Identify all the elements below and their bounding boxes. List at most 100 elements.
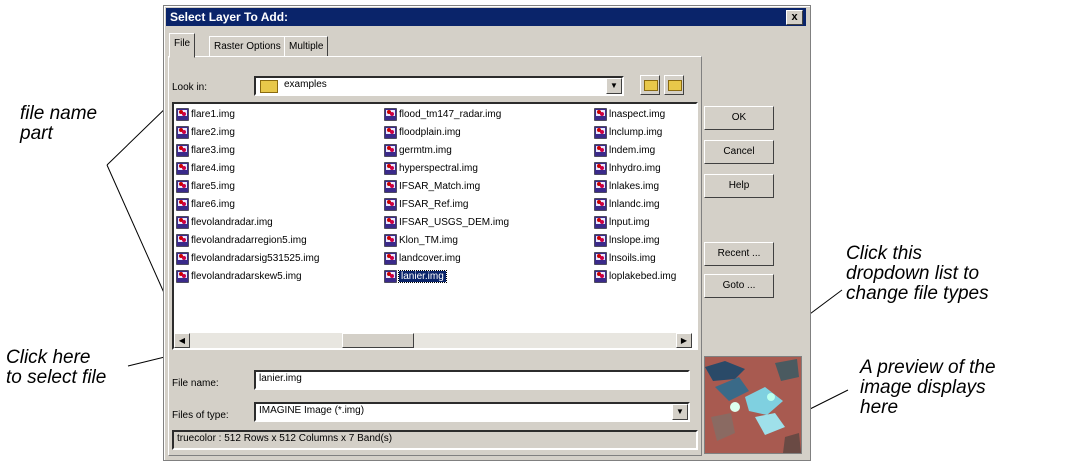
file-name-input[interactable]: lanier.img bbox=[254, 370, 690, 390]
horizontal-scrollbar[interactable]: ◀ ▶ bbox=[174, 333, 692, 348]
file-list-item[interactable]: IFSAR_USGS_DEM.img bbox=[384, 214, 509, 232]
file-list-item[interactable]: flevolandradar.img bbox=[176, 214, 273, 232]
file-list-item[interactable]: lnslope.img bbox=[594, 232, 660, 250]
file-list-item[interactable]: lnclump.img bbox=[594, 124, 662, 142]
file-list-item-label: loplakebed.img bbox=[609, 271, 677, 282]
file-list-item-label: lndem.img bbox=[609, 145, 656, 156]
file-list-item-label: IFSAR_Match.img bbox=[399, 181, 481, 192]
file-list-item[interactable]: flare4.img bbox=[176, 160, 235, 178]
file-list-item[interactable]: landcover.img bbox=[384, 250, 461, 268]
image-file-icon bbox=[384, 234, 397, 247]
up-folder-icon bbox=[644, 80, 658, 91]
tab-file[interactable]: File bbox=[169, 33, 196, 58]
file-list-item[interactable]: lanier.img bbox=[384, 268, 447, 286]
image-file-icon bbox=[594, 108, 607, 121]
file-list-item[interactable]: lndem.img bbox=[594, 142, 655, 160]
image-file-icon bbox=[594, 270, 607, 283]
image-file-icon bbox=[384, 198, 397, 211]
file-list-item[interactable]: germtm.img bbox=[384, 142, 452, 160]
file-list-item-label: flare5.img bbox=[191, 181, 235, 192]
file-list-item-label: floodplain.img bbox=[399, 127, 461, 138]
file-list-item-label: lnaspect.img bbox=[609, 109, 666, 120]
close-button[interactable]: x bbox=[786, 10, 803, 25]
file-list-item-label: flare3.img bbox=[191, 145, 235, 156]
image-file-icon bbox=[176, 234, 189, 247]
image-file-icon bbox=[176, 270, 189, 283]
folder-icon bbox=[260, 80, 278, 93]
ok-button[interactable]: OK bbox=[704, 106, 774, 130]
file-list-item-label: lnhydro.img bbox=[609, 163, 661, 174]
image-file-icon bbox=[176, 252, 189, 265]
image-file-icon bbox=[176, 162, 189, 175]
file-list-item[interactable]: flare3.img bbox=[176, 142, 235, 160]
title-bar: Select Layer To Add: x bbox=[166, 8, 806, 26]
look-in-combo[interactable]: examples ▼ bbox=[254, 76, 624, 96]
new-folder-icon bbox=[668, 80, 682, 91]
file-list-item-label: flood_tm147_radar.img bbox=[399, 109, 502, 120]
file-list-item[interactable]: Klon_TM.img bbox=[384, 232, 458, 250]
look-in-label: Look in: bbox=[172, 82, 208, 93]
image-file-icon bbox=[176, 126, 189, 139]
file-list-item[interactable]: flare6.img bbox=[176, 196, 235, 214]
file-name-label: File name: bbox=[172, 378, 219, 389]
image-file-icon bbox=[176, 108, 189, 121]
file-type-label: Files of type: bbox=[172, 410, 229, 421]
annotation-click-here: Click here to select file bbox=[6, 347, 107, 388]
annotation-file-name-part: file name part bbox=[20, 103, 98, 144]
file-list-item[interactable]: flood_tm147_radar.img bbox=[384, 106, 501, 124]
file-list-item[interactable]: lnaspect.img bbox=[594, 106, 665, 124]
new-folder-button[interactable] bbox=[664, 75, 684, 95]
recent-button[interactable]: Recent ... bbox=[704, 242, 774, 266]
image-file-icon bbox=[594, 216, 607, 229]
select-layer-dialog: Select Layer To Add: x File Raster Optio… bbox=[163, 5, 811, 461]
file-list-item[interactable]: flevolandradarsig531525.img bbox=[176, 250, 319, 268]
help-button[interactable]: Help bbox=[704, 174, 774, 198]
file-list-item[interactable]: IFSAR_Match.img bbox=[384, 178, 480, 196]
image-file-icon bbox=[176, 198, 189, 211]
file-list[interactable]: flare1.img flare2.img flare3.img flare4.img… bbox=[172, 102, 698, 350]
file-list-item[interactable]: loplakebed.img bbox=[594, 268, 676, 286]
file-list-item[interactable]: lnlandc.img bbox=[594, 196, 660, 214]
image-file-icon bbox=[384, 108, 397, 121]
status-bar: truecolor : 512 Rows x 512 Columns x 7 B… bbox=[172, 430, 698, 450]
file-list-item[interactable]: flare5.img bbox=[176, 178, 235, 196]
file-list-item[interactable]: flevolandradarskew5.img bbox=[176, 268, 302, 286]
file-list-item[interactable]: lnput.img bbox=[594, 214, 650, 232]
scroll-right-button[interactable]: ▶ bbox=[676, 333, 692, 348]
file-list-item-label: hyperspectral.img bbox=[399, 163, 478, 174]
scroll-left-button[interactable]: ◀ bbox=[174, 333, 190, 348]
file-type-select[interactable]: IMAGINE Image (*.img) ▼ bbox=[254, 402, 690, 422]
image-file-icon bbox=[594, 234, 607, 247]
tab-raster-options[interactable]: Raster Options bbox=[209, 36, 286, 57]
file-list-item[interactable]: floodplain.img bbox=[384, 124, 461, 142]
file-list-item[interactable]: IFSAR_Ref.img bbox=[384, 196, 468, 214]
file-list-item-label: landcover.img bbox=[399, 253, 461, 264]
dialog-title: Select Layer To Add: bbox=[170, 10, 289, 24]
image-file-icon bbox=[384, 216, 397, 229]
file-list-item-label: flevolandradarskew5.img bbox=[191, 271, 302, 282]
file-list-item-label: Klon_TM.img bbox=[399, 235, 458, 246]
file-list-item[interactable]: lnsoils.img bbox=[594, 250, 656, 268]
file-list-item[interactable]: flare2.img bbox=[176, 124, 235, 142]
file-list-item-label: lnlakes.img bbox=[609, 181, 660, 192]
cancel-button[interactable]: Cancel bbox=[704, 140, 774, 164]
look-in-dropdown-button[interactable]: ▼ bbox=[606, 78, 622, 94]
scroll-thumb[interactable] bbox=[342, 333, 414, 348]
up-folder-button[interactable] bbox=[640, 75, 660, 95]
tab-multiple[interactable]: Multiple bbox=[284, 36, 329, 57]
image-file-icon bbox=[176, 216, 189, 229]
file-list-item[interactable]: lnhydro.img bbox=[594, 160, 661, 178]
file-list-item-label: lnlandc.img bbox=[609, 199, 660, 210]
file-list-item[interactable]: hyperspectral.img bbox=[384, 160, 478, 178]
goto-button[interactable]: Goto ... bbox=[704, 274, 774, 298]
file-list-item[interactable]: lnlakes.img bbox=[594, 178, 659, 196]
image-file-icon bbox=[594, 198, 607, 211]
image-file-icon bbox=[594, 126, 607, 139]
file-list-item-label: flare6.img bbox=[191, 199, 235, 210]
file-type-dropdown-button[interactable]: ▼ bbox=[672, 404, 688, 420]
file-list-item-label: IFSAR_USGS_DEM.img bbox=[399, 217, 510, 228]
file-list-item-label: flare1.img bbox=[191, 109, 235, 120]
file-list-item[interactable]: flevolandradarregion5.img bbox=[176, 232, 307, 250]
image-file-icon bbox=[176, 144, 189, 157]
file-list-item[interactable]: flare1.img bbox=[176, 106, 235, 124]
